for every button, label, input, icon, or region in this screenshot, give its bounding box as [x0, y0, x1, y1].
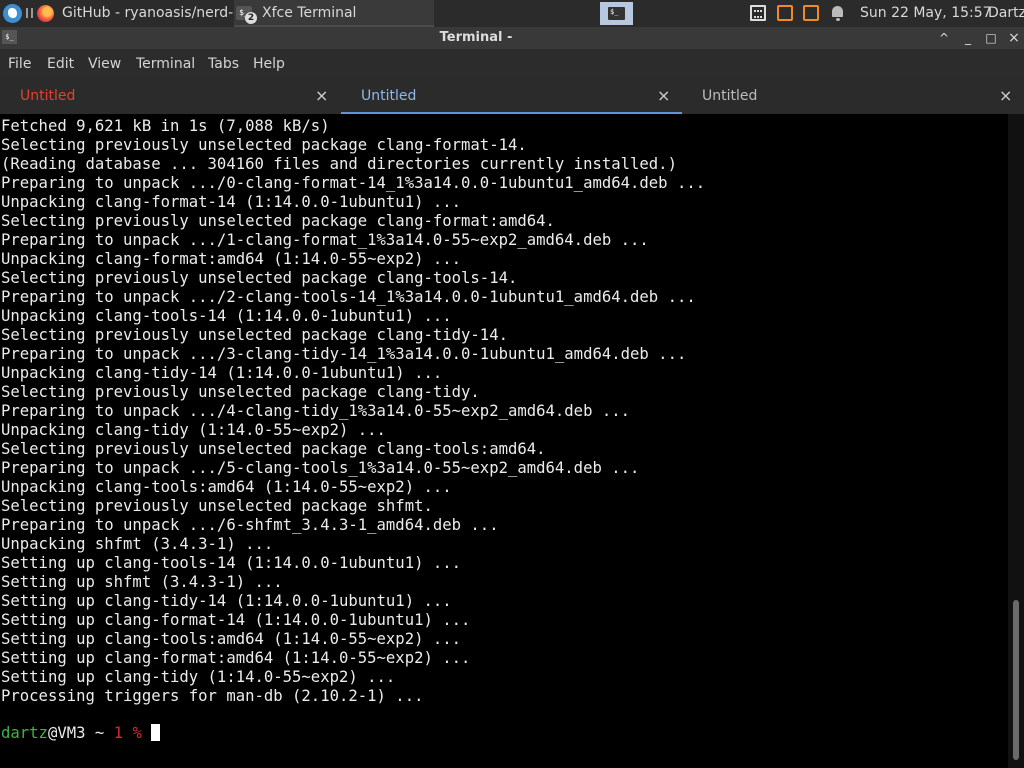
terminal-line: Selecting previously unselected package …	[1, 136, 527, 154]
menu-view[interactable]: View	[88, 49, 121, 79]
window-count-badge: 2	[245, 12, 257, 24]
menu-terminal[interactable]: Terminal	[136, 49, 195, 79]
taskbar-item-terminal[interactable]: $_ 2 Xfce Terminal	[234, 0, 434, 27]
window-titlebar[interactable]: $_ Terminal - ^ _ □ ×	[0, 27, 1024, 49]
terminal-line: Unpacking shfmt (3.4.3-1) ...	[1, 535, 274, 553]
minimize-button[interactable]: _	[957, 27, 979, 49]
menubar: File Edit View Terminal Tabs Help	[0, 49, 1024, 78]
prompt-host: @VM3 ~	[47, 724, 114, 742]
terminal-output[interactable]: Fetched 9,621 kB in 1s (7,088 kB/s) Selec…	[0, 114, 1008, 768]
terminal-line: Setting up shfmt (3.4.3-1) ...	[1, 573, 283, 591]
terminal-line: Preparing to unpack .../5-clang-tools_1%…	[1, 459, 640, 477]
terminal-line: Setting up clang-tools-14 (1:14.0.0-1ubu…	[1, 554, 462, 572]
terminal-line: Setting up clang-format:amd64 (1:14.0-55…	[1, 649, 471, 667]
text-cursor	[151, 724, 161, 741]
terminal-line: Unpacking clang-format:amd64 (1:14.0-55~…	[1, 250, 462, 268]
terminal-lines: Fetched 9,621 kB in 1s (7,088 kB/s) Selec…	[1, 117, 705, 706]
terminal-line: Selecting previously unselected package …	[1, 497, 433, 515]
tab-label: Untitled	[702, 88, 758, 104]
tab-untitled-3[interactable]: Untitled ×	[682, 78, 1024, 114]
tab-bar: Untitled × Untitled × Untitled ×	[0, 78, 1024, 114]
firefox-icon	[37, 5, 54, 22]
terminal-line: (Reading database ... 304160 files and d…	[1, 155, 677, 173]
workspace-terminal-icon: $_	[610, 8, 619, 16]
terminal-line: Selecting previously unselected package …	[1, 440, 546, 458]
terminal-line: Preparing to unpack .../1-clang-format_1…	[1, 231, 649, 249]
terminal-scrollbar[interactable]	[1008, 114, 1024, 768]
notification-bell-icon[interactable]	[830, 5, 846, 21]
close-window-button[interactable]: ×	[1003, 27, 1024, 49]
terminal-line: Unpacking clang-tidy-14 (1:14.0.0-1ubunt…	[1, 364, 443, 382]
terminal-line: Setting up clang-tidy-14 (1:14.0.0-1ubun…	[1, 592, 452, 610]
terminal-line: Preparing to unpack .../0-clang-format-1…	[1, 174, 706, 192]
prompt-symbol: %	[123, 724, 152, 742]
terminal-line: Unpacking clang-tools:amd64 (1:14.0-55~e…	[1, 478, 452, 496]
prompt-exit-code: 1	[113, 724, 124, 742]
prompt-user: dartz	[1, 724, 48, 742]
terminal-line: Setting up clang-tools:amd64 (1:14.0-55~…	[1, 630, 462, 648]
terminal-line: Setting up clang-tidy (1:14.0-55~exp2) .…	[1, 668, 396, 686]
menu-tabs[interactable]: Tabs	[208, 49, 239, 79]
tab-label: Untitled	[361, 88, 417, 104]
messages-icon[interactable]	[803, 5, 819, 21]
terminal-line: Preparing to unpack .../4-clang-tidy_1%3…	[1, 402, 631, 420]
workspace-switcher[interactable]: $_	[600, 2, 633, 25]
terminal-line: Unpacking clang-tools-14 (1:14.0.0-1ubun…	[1, 307, 452, 325]
terminal-line: Preparing to unpack .../6-shfmt_3.4.3-1_…	[1, 516, 499, 534]
tab-untitled-1[interactable]: Untitled ×	[0, 78, 341, 114]
terminal-line: Selecting previously unselected package …	[1, 269, 518, 287]
user-menu[interactable]: Dartz	[988, 0, 1024, 26]
network-icon[interactable]	[777, 5, 793, 21]
close-tab-icon[interactable]: ×	[999, 78, 1012, 114]
taskbar-item-firefox[interactable]: GitHub - ryanoasis/nerd-...	[35, 0, 233, 27]
taskbar-item-label: GitHub - ryanoasis/nerd-...	[62, 5, 233, 21]
menu-file[interactable]: File	[8, 49, 31, 79]
menu-edit[interactable]: Edit	[47, 49, 74, 79]
maximize-button[interactable]: □	[980, 27, 1002, 49]
terminal-line: Unpacking clang-format-14 (1:14.0.0-1ubu…	[1, 193, 462, 211]
terminal-line: Selecting previously unselected package …	[1, 326, 508, 344]
taskbar-item-label: Xfce Terminal	[262, 5, 357, 21]
terminal-line: Selecting previously unselected package …	[1, 383, 480, 401]
clock[interactable]: Sun 22 May, 15:57	[860, 0, 992, 26]
close-tab-icon[interactable]: ×	[315, 78, 328, 114]
terminal-line: Preparing to unpack .../2-clang-tools-14…	[1, 288, 696, 306]
terminal-line: Preparing to unpack .../3-clang-tidy-14_…	[1, 345, 687, 363]
shell-prompt[interactable]: dartz@VM3 ~ 1 %	[1, 724, 161, 743]
menu-help[interactable]: Help	[253, 49, 285, 79]
terminal-line: Processing triggers for man-db (2.10.2-1…	[1, 687, 424, 705]
terminal-line: Fetched 9,621 kB in 1s (7,088 kB/s)	[1, 117, 330, 135]
applications-menu-icon[interactable]	[3, 4, 22, 23]
terminal-line: Unpacking clang-tidy (1:14.0-55~exp2) ..…	[1, 421, 386, 439]
scrollbar-thumb[interactable]	[1013, 600, 1019, 760]
tab-untitled-2[interactable]: Untitled ×	[341, 78, 682, 114]
top-panel: GitHub - ryanoasis/nerd-... $_ 2 Xfce Te…	[0, 0, 1024, 27]
terminal-line: Setting up clang-format-14 (1:14.0.0-1ub…	[1, 611, 471, 629]
window-title: Terminal -	[439, 30, 513, 45]
show-desktop-icon[interactable]	[26, 8, 33, 18]
close-tab-icon[interactable]: ×	[657, 78, 670, 114]
tab-label: Untitled	[20, 88, 76, 104]
terminal-line: Selecting previously unselected package …	[1, 212, 555, 230]
keyboard-icon[interactable]	[750, 5, 766, 21]
roll-up-button[interactable]: ^	[933, 27, 955, 49]
